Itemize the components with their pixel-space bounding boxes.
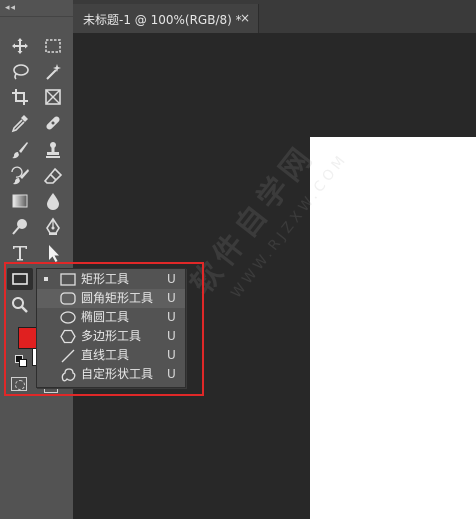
- document-tab-title: 未标题-1 @ 100%(RGB/8) *: [83, 13, 242, 27]
- document-canvas[interactable]: [310, 137, 476, 519]
- brush-icon[interactable]: [9, 139, 31, 161]
- document-tab-bar: 未标题-1 @ 100%(RGB/8) * ×: [73, 0, 476, 33]
- blur-icon[interactable]: [42, 190, 64, 212]
- rectangular-marquee-icon[interactable]: [42, 35, 64, 57]
- toolbar-divider: [0, 16, 73, 17]
- history-brush-icon[interactable]: [9, 165, 31, 187]
- panel-collapse-grip[interactable]: ◂◂: [5, 4, 45, 13]
- eyedropper-icon[interactable]: [9, 112, 31, 134]
- clone-stamp-icon[interactable]: [42, 139, 64, 161]
- close-icon[interactable]: ×: [240, 11, 250, 25]
- document-tab[interactable]: 未标题-1 @ 100%(RGB/8) * ×: [73, 4, 259, 33]
- magic-wand-icon[interactable]: [42, 61, 64, 83]
- eraser-icon[interactable]: [42, 165, 64, 187]
- dodge-icon[interactable]: [9, 216, 31, 238]
- crop-icon[interactable]: [9, 86, 31, 108]
- healing-brush-icon[interactable]: [42, 112, 64, 134]
- gradient-icon[interactable]: [9, 190, 31, 212]
- move-icon[interactable]: [9, 35, 31, 57]
- annotation-highlight-box: [4, 262, 204, 396]
- pen-icon[interactable]: [42, 216, 64, 238]
- frame-icon[interactable]: [42, 86, 64, 108]
- path-selection-icon[interactable]: [42, 242, 64, 264]
- tools-panel: ◂◂: [0, 0, 73, 519]
- type-icon[interactable]: [9, 242, 31, 264]
- lasso-icon[interactable]: [9, 61, 31, 83]
